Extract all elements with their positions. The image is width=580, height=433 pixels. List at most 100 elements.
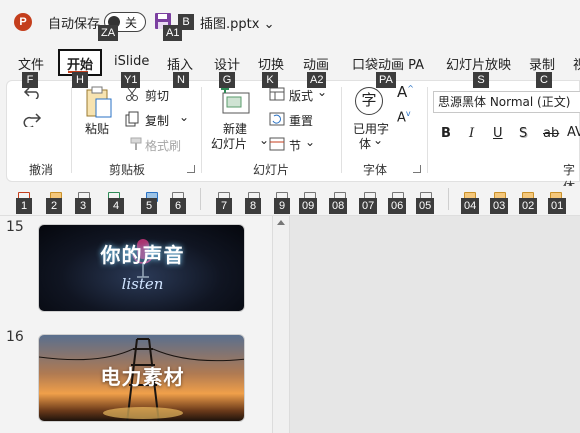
paste-button[interactable]: 粘贴 <box>85 120 109 137</box>
reset-button[interactable]: 重置 <box>289 112 313 129</box>
format-painter-button[interactable]: 格式刷 <box>145 137 181 154</box>
tab-file[interactable]: 文件 <box>18 54 44 73</box>
tab-home[interactable]: 开始 <box>67 54 93 73</box>
font-shrink-icon[interactable]: Av <box>397 109 411 125</box>
tab-design[interactable]: 设计 <box>214 54 240 73</box>
keytip-transitions: K <box>262 72 278 88</box>
group-used-fonts-label: 字体 <box>363 163 388 177</box>
chevron-down-icon[interactable]: ⌄ <box>259 133 269 147</box>
used-fonts-icon[interactable]: 字 <box>355 87 383 115</box>
italic-icon[interactable]: I <box>469 126 474 141</box>
dialog-launcher-icon[interactable] <box>187 165 195 173</box>
keytip-qat-08: 08 <box>329 198 348 214</box>
group-clipboard-label: 剪贴板 <box>109 163 146 177</box>
used-fonts-label-2[interactable]: 体 <box>359 135 371 152</box>
keytip-slideshow: S <box>473 72 489 88</box>
group-separator <box>201 87 202 173</box>
thumbnail-scrollbar[interactable] <box>272 216 290 433</box>
group-separator <box>427 87 428 173</box>
tab-islide[interactable]: iSlide <box>114 54 149 69</box>
slide-title: 电力素材 <box>100 365 185 389</box>
keytip-qat-1: 1 <box>16 198 32 214</box>
slide-title: 你的声音 <box>100 243 185 267</box>
keytip-qat-01: 01 <box>548 198 567 214</box>
keytip-islide: Y1 <box>121 72 141 88</box>
chevron-down-icon[interactable]: ⌄ <box>179 110 189 124</box>
keytip-qat-5: 5 <box>141 198 157 214</box>
keytip-qat-3: 3 <box>75 198 91 214</box>
format-painter-icon <box>130 137 142 150</box>
redo-icon[interactable] <box>23 111 43 127</box>
title-bar: P 自动保存 关 插图.pptx ⌄ <box>0 0 580 44</box>
layout-button[interactable]: 版式 <box>289 87 313 104</box>
cut-button[interactable]: 剪切 <box>145 87 169 104</box>
keytip-qat-07: 07 <box>359 198 378 214</box>
autosave-state: 关 <box>125 16 138 30</box>
tab-pocket-animation[interactable]: 口袋动画 PA <box>352 54 424 73</box>
filename-text: 插图.pptx <box>200 17 260 32</box>
tab-animations[interactable]: 动画 <box>303 54 329 73</box>
new-slide-label-2[interactable]: 幻灯片 <box>211 135 247 152</box>
document-filename[interactable]: 插图.pptx ⌄ <box>200 13 274 32</box>
scroll-up-icon[interactable] <box>277 220 285 225</box>
chevron-down-icon: ⌄ <box>263 17 275 32</box>
new-slide-icon[interactable] <box>219 87 251 115</box>
group-separator <box>341 87 342 173</box>
keytip-undo-hint: B <box>178 14 194 30</box>
autosave-label: 自动保存 <box>48 17 101 32</box>
keytip-file: F <box>22 72 38 88</box>
section-icon <box>269 137 285 151</box>
reset-icon <box>269 112 285 126</box>
character-spacing-icon[interactable]: AV <box>567 125 580 140</box>
slide-number: 15 <box>6 219 24 235</box>
tab-slideshow[interactable]: 幻灯片放映 <box>446 54 511 73</box>
chevron-down-icon[interactable]: ⌄ <box>305 135 315 149</box>
scissors-icon <box>126 87 138 101</box>
chevron-down-icon[interactable]: ⌄ <box>373 133 383 147</box>
tab-transitions[interactable]: 切换 <box>258 54 284 73</box>
slide-editing-canvas[interactable] <box>290 216 580 433</box>
tab-insert[interactable]: 插入 <box>167 54 193 73</box>
slide-subtitle-script: listen <box>121 275 164 293</box>
keytip-qat-8: 8 <box>245 198 261 214</box>
keytip-qat-9: 9 <box>274 198 290 214</box>
keytip-insert: N <box>173 72 189 88</box>
section-button[interactable]: 节 <box>289 137 301 154</box>
ribbon-panel: 撤消 粘贴 剪切 复制 ⌄ 格式刷 剪贴板 新建 幻灯片 ⌄ 版式 ⌄ 重置 节… <box>6 80 580 194</box>
font-grow-icon[interactable]: A^ <box>397 83 414 101</box>
keytip-qat-2: 2 <box>46 198 62 214</box>
keytip-qat-7: 7 <box>216 198 232 214</box>
bold-icon[interactable]: B <box>441 126 451 141</box>
tab-record[interactable]: 录制 <box>529 54 555 73</box>
keytip-qat-03: 03 <box>490 198 509 214</box>
keytip-design: G <box>219 72 235 88</box>
keytip-record: C <box>536 72 552 88</box>
slide-thumbnail[interactable]: 电力素材 <box>38 334 245 422</box>
text-shadow-icon[interactable]: S <box>519 126 527 141</box>
keytip-qat-02: 02 <box>519 198 538 214</box>
keytip-qat-05: 05 <box>416 198 435 214</box>
dialog-launcher-icon[interactable] <box>413 165 421 173</box>
keytip-qat-09: 09 <box>299 198 318 214</box>
keytip-qat-06: 06 <box>388 198 407 214</box>
keytip-home: H <box>72 72 88 88</box>
underline-icon[interactable]: U <box>493 126 503 141</box>
copy-button[interactable]: 复制 <box>145 112 169 129</box>
keytip-qat-4: 4 <box>108 198 124 214</box>
group-undo-label: 撤消 <box>29 163 54 177</box>
keytip-qat-04: 04 <box>461 198 480 214</box>
qat-separator <box>448 188 449 210</box>
powerpoint-logo-icon: P <box>14 13 32 31</box>
keytip-pocket: PA <box>376 72 396 88</box>
keytip-animations: A2 <box>307 72 327 88</box>
font-name-dropdown[interactable]: 思源黑体 Normal (正文) <box>433 91 580 113</box>
copy-icon <box>125 111 139 127</box>
group-slides-label: 幻灯片 <box>253 163 290 177</box>
paste-icon[interactable] <box>83 85 113 119</box>
strikethrough-icon[interactable]: ab <box>543 126 559 141</box>
tab-view[interactable]: 视 <box>573 54 580 73</box>
layout-icon <box>269 87 285 101</box>
group-separator <box>71 87 72 173</box>
keytip-qat-6: 6 <box>170 198 186 214</box>
slide-thumbnail[interactable]: 你的声音 listen <box>38 224 245 312</box>
